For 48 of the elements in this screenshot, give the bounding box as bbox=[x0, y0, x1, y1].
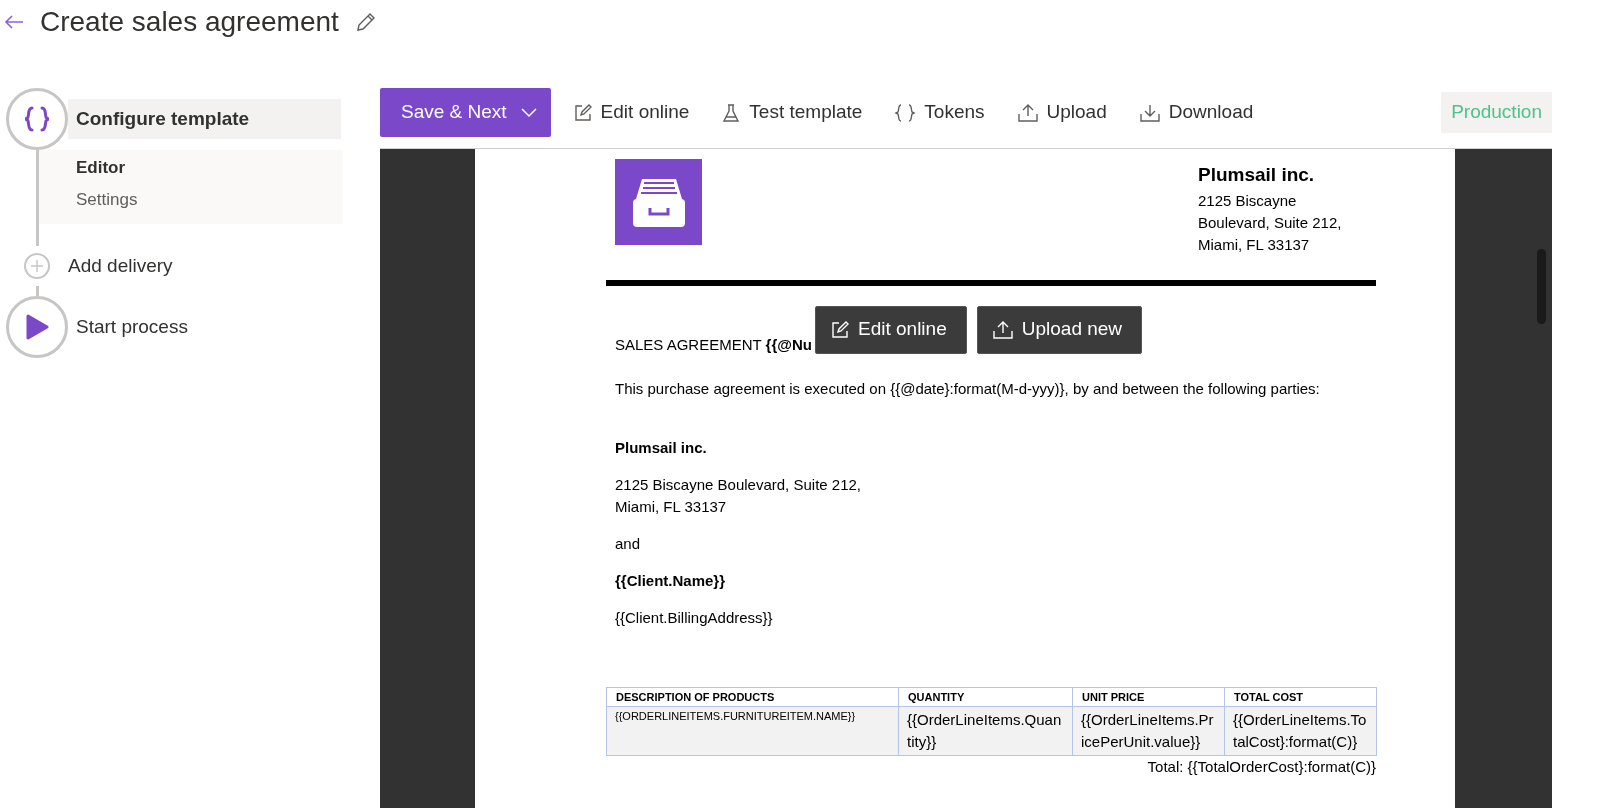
toolbar-button[interactable]: Edit online bbox=[562, 98, 700, 127]
table-cell: {{OrderLineItems.PricePerUnit.value}} bbox=[1072, 706, 1225, 756]
pencil-icon bbox=[830, 319, 850, 340]
table-cell: {{OrderLineItems.Quantity}} bbox=[898, 706, 1073, 756]
download-icon bbox=[1138, 102, 1161, 123]
sub-step-item[interactable]: Editor bbox=[76, 152, 343, 184]
agreement-heading: SALES AGREEMENT {{@Nu bbox=[615, 335, 812, 353]
step-item[interactable]: Add delivery bbox=[68, 246, 341, 286]
toolbar-button[interactable]: Download bbox=[1128, 98, 1264, 127]
document-paragraph: 2125 Biscayne Boulevard, Suite 212, Miami, FL 33137 bbox=[615, 474, 862, 517]
sub-step-item[interactable]: Settings bbox=[76, 184, 343, 216]
company-name: Plumsail inc. bbox=[1198, 163, 1316, 187]
table-header: TOTAL COST bbox=[1224, 687, 1377, 707]
play-icon bbox=[25, 314, 49, 340]
table-cell: {{ORDERLINEITEMS.FURNITUREITEM.NAME}} bbox=[606, 706, 899, 756]
save-next-button[interactable]: Save & Next bbox=[380, 88, 551, 137]
document-paragraph: {{Client.Name}} bbox=[615, 570, 727, 591]
pencil-icon bbox=[572, 102, 593, 123]
plus-icon bbox=[30, 259, 44, 273]
braces-icon bbox=[894, 102, 917, 123]
document-paragraph: Plumsail inc. bbox=[615, 437, 708, 458]
table-cell: {{OrderLineItems.TotalCost}:format(C)} bbox=[1224, 706, 1377, 756]
table-header: DESCRIPTION OF PRODUCTS bbox=[606, 687, 899, 707]
upload-icon bbox=[1016, 102, 1039, 123]
total-line: Total: {{TotalOrderCost}:format(C)} bbox=[1146, 758, 1376, 776]
page-title: Create sales agreement bbox=[40, 5, 339, 39]
document-paragraph: {{Client.BillingAddress}} bbox=[615, 607, 774, 628]
toolbar-button[interactable]: Upload bbox=[1006, 98, 1117, 127]
table-header: UNIT PRICE bbox=[1072, 687, 1225, 707]
document-paragraph: This purchase agreement is executed on {{@date}:format(M-d-yyy)}, by and between the following parties: bbox=[615, 378, 1321, 399]
company-address: 2125 Biscayne Boulevard, Suite 212, Miami, FL 33137 bbox=[1198, 190, 1343, 255]
overlay-button[interactable]: Upload new bbox=[976, 305, 1143, 354]
table-header: QUANTITY bbox=[898, 687, 1073, 707]
flask-icon bbox=[721, 102, 742, 123]
braces-icon bbox=[23, 106, 51, 132]
upload-icon bbox=[991, 319, 1014, 340]
chevron-down-icon bbox=[520, 107, 537, 118]
document-paragraph: and bbox=[615, 533, 642, 554]
step-item[interactable]: Start process bbox=[68, 307, 341, 347]
step-item[interactable]: Configure template bbox=[68, 99, 341, 139]
back-arrow-icon[interactable] bbox=[4, 14, 24, 30]
environment-badge: Production bbox=[1441, 92, 1552, 133]
pencil-icon[interactable] bbox=[354, 11, 377, 33]
toolbar-button[interactable]: Test template bbox=[711, 98, 873, 127]
toolbar-button[interactable]: Tokens bbox=[884, 98, 995, 127]
overlay-button[interactable]: Edit online bbox=[815, 305, 967, 354]
logo-icon bbox=[615, 159, 702, 245]
scrollbar-thumb[interactable] bbox=[1537, 249, 1546, 324]
